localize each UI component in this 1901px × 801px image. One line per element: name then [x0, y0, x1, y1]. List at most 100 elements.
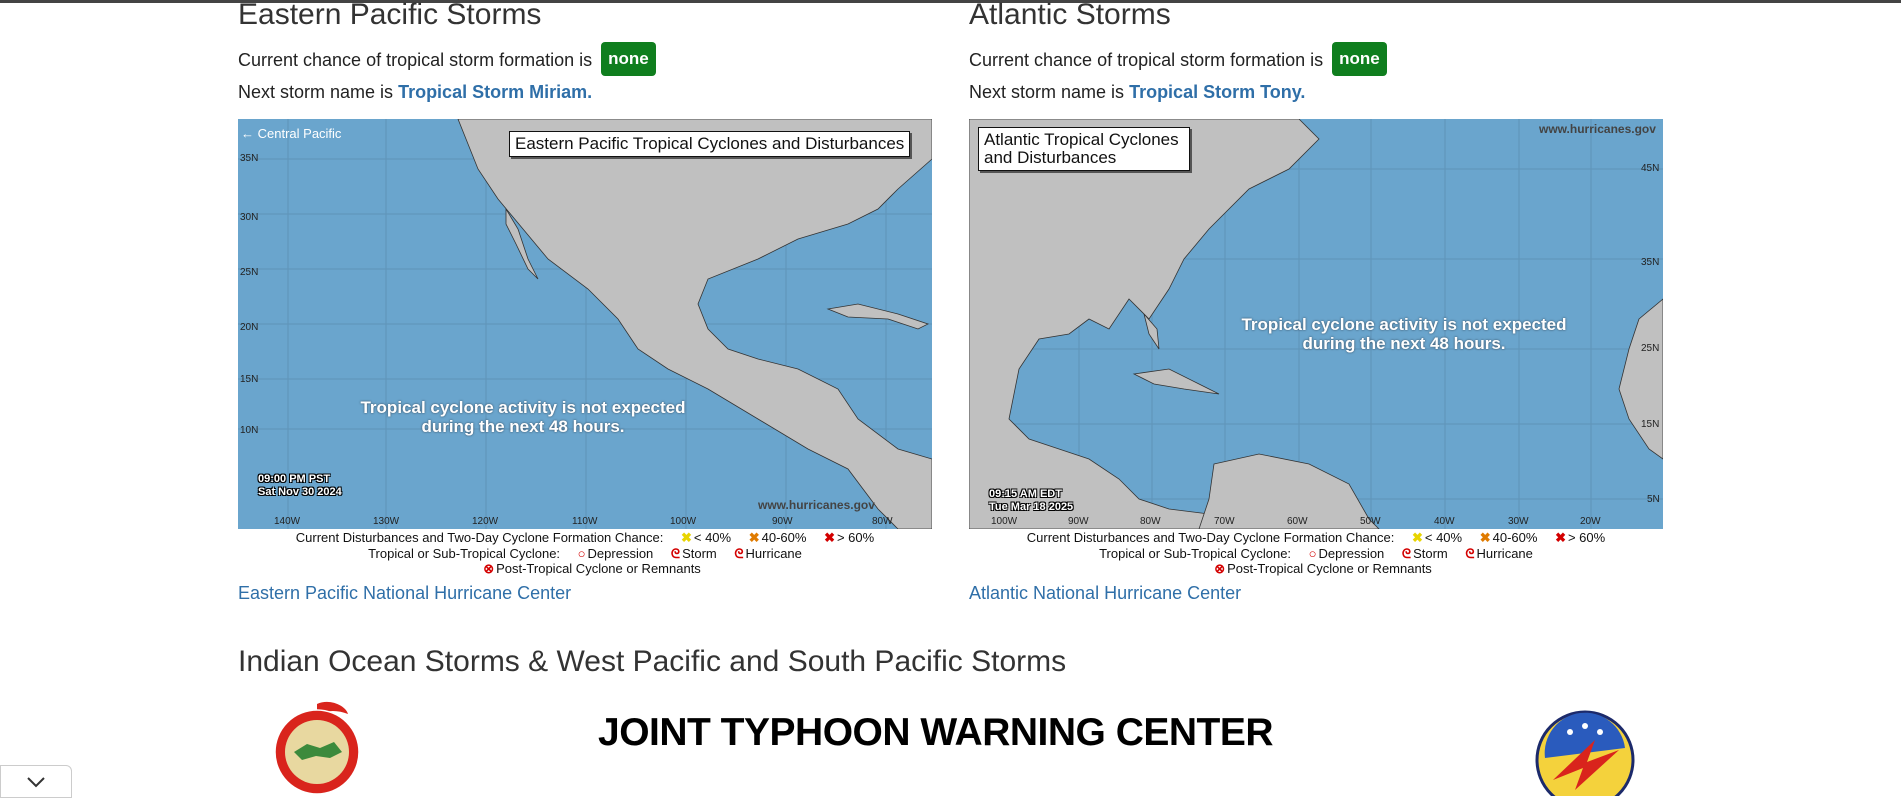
atlantic-lon-label: 20W — [1580, 516, 1601, 527]
central-pacific-link[interactable]: ← Central Pacific — [241, 126, 341, 141]
atlantic-lat-label: 25N — [1641, 343, 1660, 354]
eastern-pacific-title: Eastern Pacific Storms — [238, 0, 542, 31]
atlantic-map-time-line2: Tue Mar 18 2025 — [989, 501, 1074, 513]
atlantic-chance-text: Current chance of tropical storm formati… — [969, 49, 1324, 70]
legend-hurricane: Hurricane — [745, 545, 802, 561]
atlantic-lat-label: 5N — [1647, 494, 1660, 505]
atlantic-lat-label: 35N — [1641, 257, 1660, 268]
hurricane-icon: ᘓ — [1465, 545, 1475, 561]
atlantic-lon-label: 70W — [1214, 516, 1235, 527]
atlantic-lon-label: 90W — [1068, 516, 1089, 527]
atlantic-lon-label: 100W — [991, 516, 1018, 527]
atlantic-nhc-link[interactable]: Atlantic National Hurricane Center — [969, 583, 1241, 604]
atlantic-map-title: Atlantic Tropical Cyclones and Disturban… — [978, 127, 1190, 171]
legend-depression: Depression — [1318, 545, 1385, 561]
atlantic-next-text: Next storm name is — [969, 82, 1125, 102]
eastern-lat-label: 30N — [240, 212, 259, 223]
atlantic-map-credit: www.hurricanes.gov — [1539, 122, 1656, 136]
atlantic-lon-label: 40W — [1434, 516, 1455, 527]
legend-post-tropical: Post-Tropical Cyclone or Remnants — [1227, 561, 1432, 576]
eastern-next-storm-link[interactable]: Tropical Storm Miriam. — [398, 82, 592, 102]
eastern-map-message: Tropical cyclone activity is not expecte… — [360, 398, 686, 436]
eastern-lat-label: 10N — [240, 425, 259, 436]
squadron-emblem-icon — [1535, 710, 1645, 801]
atlantic-map-message: Tropical cyclone activity is not expecte… — [1241, 315, 1567, 353]
legend-mid: 40-60% — [761, 530, 807, 545]
atlantic-chance-line: Current chance of tropical storm formati… — [969, 42, 1387, 78]
legend-high: > 60% — [836, 530, 875, 545]
legend-depression: Depression — [587, 545, 654, 561]
mid-chance-x-icon: ✖ — [1479, 530, 1491, 545]
atlantic-lat-label: 45N — [1641, 163, 1660, 174]
post-tropical-icon: ⊗ — [1214, 561, 1226, 576]
eastern-lat-label: 20N — [240, 322, 259, 333]
mid-chance-x-icon: ✖ — [748, 530, 760, 545]
eastern-lon-label: 90W — [772, 516, 793, 527]
chevron-down-icon — [27, 777, 45, 788]
storm-icon: ᘓ — [1401, 545, 1412, 561]
atlantic-title: Atlantic Storms — [969, 0, 1171, 31]
legend-tropical-label: Tropical or Sub-Tropical Cyclone: — [1099, 545, 1292, 561]
eastern-lon-label: 110W — [572, 516, 598, 527]
eastern-map-title: Eastern Pacific Tropical Cyclones and Di… — [509, 131, 911, 157]
atlantic-lon-label: 30W — [1508, 516, 1529, 527]
legend-disturbances-label: Current Disturbances and Two-Day Cyclone… — [295, 530, 664, 545]
legend-post-tropical: Post-Tropical Cyclone or Remnants — [496, 561, 701, 576]
eastern-nhc-link[interactable]: Eastern Pacific National Hurricane Cente… — [238, 583, 571, 604]
atlantic-lon-label: 80W — [1140, 516, 1161, 527]
atlantic-map[interactable]: Atlantic Tropical Cyclones and Disturban… — [969, 119, 1663, 529]
high-chance-x-icon: ✖ — [824, 530, 835, 545]
low-chance-x-icon: ✖ — [1411, 530, 1423, 545]
eastern-map-time-line2: Sat Nov 30 2024 — [258, 486, 342, 498]
post-tropical-icon: ⊗ — [483, 561, 495, 576]
legend-low: < 40% — [693, 530, 732, 545]
central-pacific-label: Central Pacific — [257, 126, 342, 141]
atlantic-next-line: Next storm name is Tropical Storm Tony. — [969, 81, 1305, 103]
collapse-toggle[interactable] — [0, 765, 72, 798]
atlantic-lat-label: 15N — [1641, 419, 1660, 430]
atlantic-next-storm-link[interactable]: Tropical Storm Tony. — [1129, 82, 1305, 102]
eastern-lon-label: 130W — [373, 516, 400, 527]
atlantic-lon-label: 60W — [1287, 516, 1308, 527]
eastern-lon-label: 80W — [872, 516, 893, 527]
low-chance-x-icon: ✖ — [680, 530, 692, 545]
eastern-next-text: Next storm name is — [238, 82, 394, 102]
legend-mid: 40-60% — [1492, 530, 1538, 545]
atlantic-map-time: 09:15 AM EDT Tue Mar 18 2025 — [989, 488, 1073, 514]
eastern-map-time: 09:00 PM PST Sat Nov 30 2024 — [258, 473, 342, 499]
eastern-map-legend: Current Disturbances and Two-Day Cyclone… — [238, 530, 932, 577]
legend-high: > 60% — [1567, 530, 1606, 545]
eastern-chance-text: Current chance of tropical storm formati… — [238, 49, 593, 70]
eastern-next-line: Next storm name is Tropical Storm Miriam… — [238, 81, 592, 103]
eastern-map-graphic — [238, 119, 932, 529]
legend-low: < 40% — [1424, 530, 1463, 545]
legend-storm: Storm — [682, 545, 717, 561]
storm-icon: ᘓ — [670, 545, 681, 561]
depression-icon: ○ — [1308, 545, 1317, 561]
eastern-chance-badge: none — [601, 42, 656, 76]
indian-ocean-title: Indian Ocean Storms & West Pacific and S… — [238, 645, 1067, 678]
eastern-lat-label: 25N — [240, 267, 259, 278]
eastern-lat-label: 15N — [240, 374, 259, 385]
legend-disturbances-label: Current Disturbances and Two-Day Cyclone… — [1026, 530, 1395, 545]
eastern-lon-label: 120W — [472, 516, 499, 527]
atlantic-chance-badge: none — [1332, 42, 1387, 76]
eastern-map-credit: www.hurricanes.gov — [758, 498, 875, 512]
atlantic-lon-label: 50W — [1360, 516, 1381, 527]
eastern-map-time-line1: 09:00 PM PST — [258, 473, 331, 485]
eastern-lon-label: 100W — [670, 516, 697, 527]
atlantic-map-legend: Current Disturbances and Two-Day Cyclone… — [969, 530, 1663, 577]
legend-tropical-label: Tropical or Sub-Tropical Cyclone: — [368, 545, 561, 561]
high-chance-x-icon: ✖ — [1555, 530, 1566, 545]
eastern-pacific-map[interactable]: ← Central Pacific Eastern Pacific Tropic… — [238, 119, 932, 529]
eastern-lon-label: 140W — [274, 516, 301, 527]
atlantic-map-time-line1: 09:15 AM EDT — [989, 488, 1062, 500]
eastern-chance-line: Current chance of tropical storm formati… — [238, 42, 656, 78]
hurricane-icon: ᘓ — [734, 545, 744, 561]
legend-hurricane: Hurricane — [1476, 545, 1533, 561]
jtwc-title: JOINT TYPHOON WARNING CENTER — [598, 711, 1274, 754]
eastern-lat-label: 35N — [240, 153, 259, 164]
legend-storm: Storm — [1413, 545, 1448, 561]
depression-icon: ○ — [577, 545, 586, 561]
jtwc-emblem-icon — [272, 700, 362, 801]
